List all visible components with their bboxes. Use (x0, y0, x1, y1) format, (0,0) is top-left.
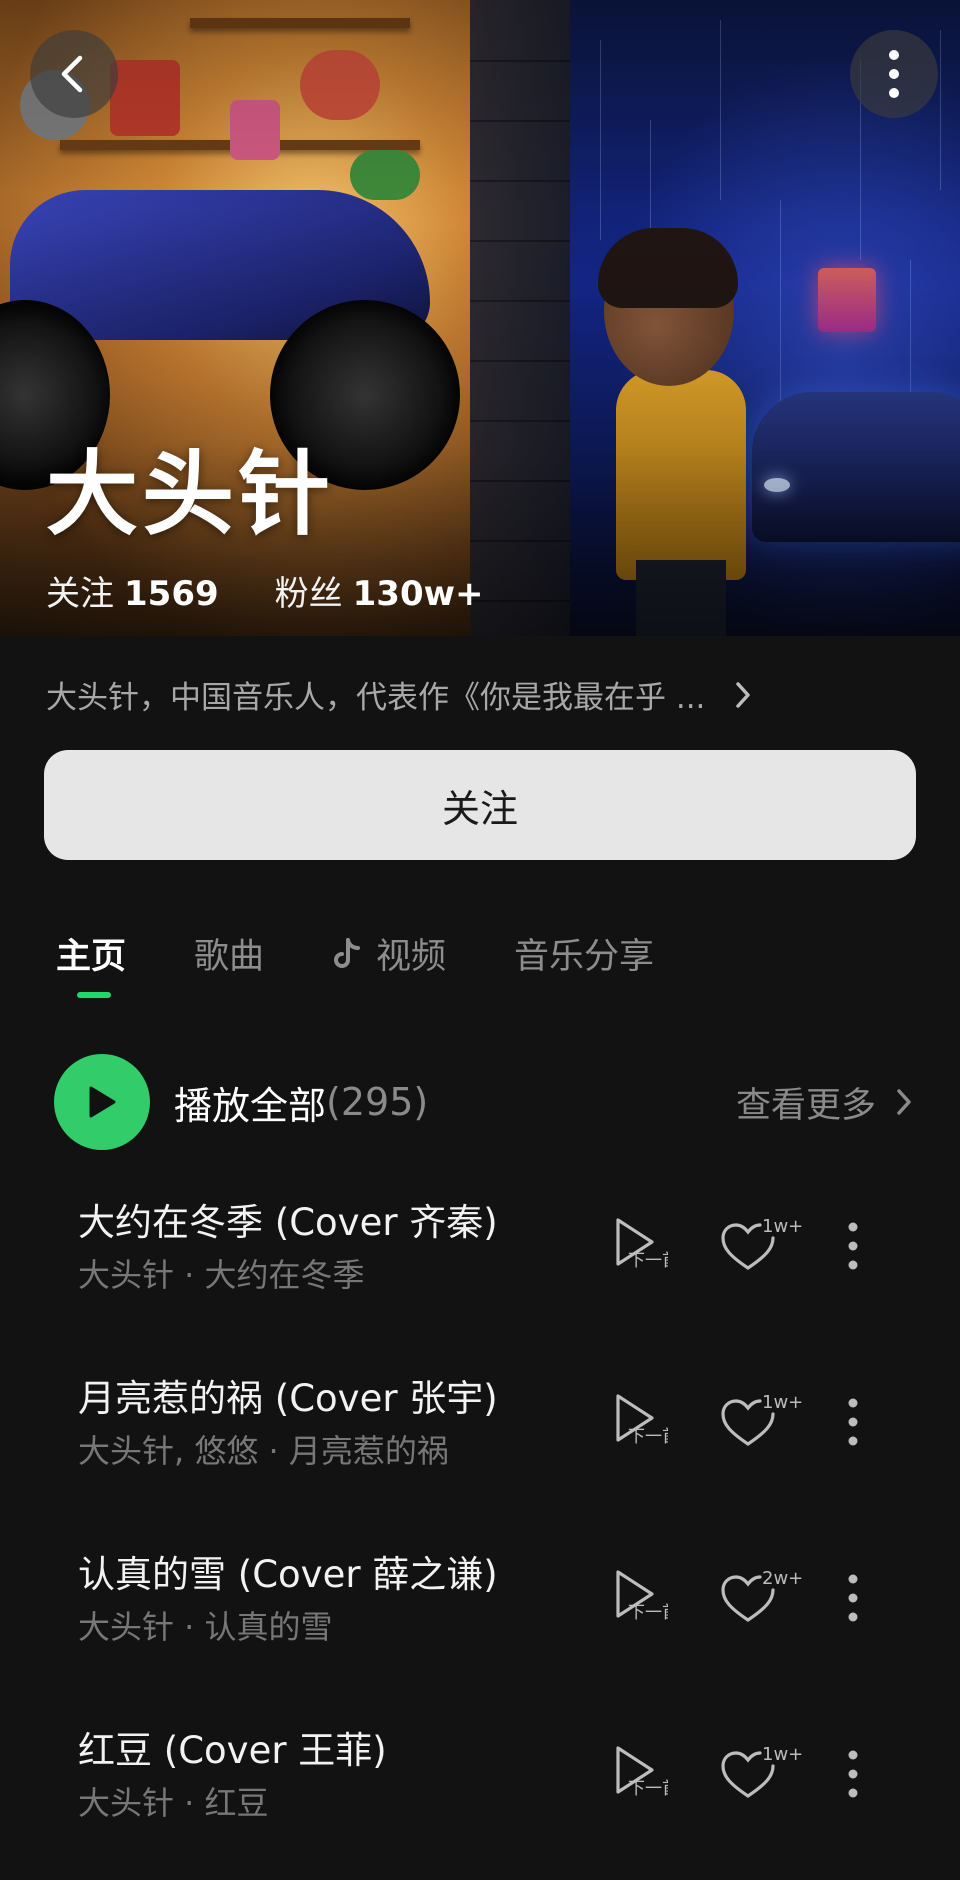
see-more-label: 查看更多 (735, 1085, 876, 1126)
more-vertical-icon (848, 1398, 858, 1446)
svg-text:下一首: 下一首 (628, 1603, 668, 1623)
song-subtitle: 大头针, 悠悠 · 月亮惹的祸 (78, 1432, 449, 1470)
song-more-button[interactable] (846, 1220, 860, 1276)
like-count: 2w+ (762, 1568, 804, 1589)
play-next-icon: 下一首 (616, 1394, 679, 1447)
more-options-button[interactable] (850, 30, 938, 118)
play-next-icon: 下一首 (616, 1746, 679, 1799)
svg-text:下一首: 下一首 (628, 1251, 668, 1271)
play-next-button[interactable]: 下一首 (612, 1216, 679, 1276)
play-all-label[interactable]: 播放全部 (174, 1075, 326, 1130)
more-vertical-icon (848, 1574, 858, 1622)
svg-text:下一首: 下一首 (628, 1779, 668, 1799)
tab-label: 歌曲 (194, 937, 265, 977)
song-row[interactable]: 月亮惹的祸 (Cover 张宇) 大头针, 悠悠 · 月亮惹的祸 下一首 1w+ (78, 1368, 918, 1508)
see-more-link[interactable]: 查看更多 (736, 1077, 914, 1128)
play-next-icon: 下一首 (616, 1218, 679, 1271)
like-button[interactable]: 1w+ (720, 1744, 803, 1804)
bio-text: 大头针，中国音乐人，代表作《你是我最在乎 ... (46, 680, 706, 716)
song-title: 认真的雪 (Cover 薛之谦) (78, 1553, 498, 1596)
tab-home[interactable]: 主页 (56, 928, 126, 979)
like-count: 1w+ (762, 1744, 804, 1765)
song-actions: 下一首 2w+ (612, 1564, 932, 1644)
song-title: 月亮惹的祸 (Cover 张宇) (78, 1377, 498, 1420)
song-title: 红豆 (Cover 王菲) (78, 1729, 387, 1772)
song-more-button[interactable] (846, 1396, 860, 1452)
tab-label: 主页 (56, 937, 127, 977)
play-all-row: 播放全部 (295) 查看更多 (54, 1054, 914, 1150)
song-actions: 下一首 1w+ (612, 1212, 932, 1292)
tab-label: 视频 (376, 937, 447, 977)
song-subtitle: 大头针 · 红豆 (78, 1784, 269, 1822)
play-next-button[interactable]: 下一首 (612, 1744, 679, 1804)
tab-songs[interactable]: 歌曲 (194, 928, 264, 979)
active-tab-indicator (77, 992, 111, 998)
tab-label: 音乐分享 (514, 937, 655, 977)
profile-tabs: 主页 歌曲 视频 音乐分享 (56, 928, 722, 979)
tab-music-share[interactable]: 音乐分享 (514, 928, 654, 979)
artist-stats: 关注 1569 粉丝 130w+ (46, 566, 540, 615)
song-count: (295) (326, 1080, 429, 1124)
fans-label[interactable]: 粉丝 (275, 566, 343, 615)
tiktok-icon (334, 937, 361, 968)
like-count: 1w+ (762, 1216, 804, 1237)
like-button[interactable]: 1w+ (720, 1392, 803, 1452)
play-next-icon: 下一首 (616, 1570, 679, 1623)
tab-videos[interactable]: 视频 (332, 928, 446, 979)
song-more-button[interactable] (846, 1748, 860, 1804)
chevron-right-icon (897, 1089, 911, 1115)
chevron-right-icon (736, 681, 751, 708)
artist-bio[interactable]: 大头针，中国音乐人，代表作《你是我最在乎 ... (46, 672, 906, 717)
artist-name: 大头针 (46, 441, 335, 548)
like-count: 1w+ (762, 1392, 804, 1413)
following-count[interactable]: 1569 (124, 574, 219, 614)
song-actions: 下一首 1w+ (612, 1388, 932, 1468)
like-button[interactable]: 1w+ (720, 1216, 803, 1276)
song-actions: 下一首 1w+ (612, 1740, 932, 1820)
play-icon (89, 1086, 116, 1118)
song-row[interactable]: 大约在冬季 (Cover 齐秦) 大头针 · 大约在冬季 下一首 1w+ (78, 1192, 918, 1332)
follow-button[interactable]: 关注 (44, 750, 916, 860)
song-subtitle: 大头针 · 认真的雪 (78, 1608, 333, 1646)
song-row[interactable]: 红豆 (Cover 王菲) 大头针 · 红豆 下一首 1w+ (78, 1720, 918, 1860)
play-next-button[interactable]: 下一首 (612, 1392, 679, 1452)
more-vertical-icon (889, 50, 899, 98)
back-button[interactable] (30, 30, 118, 118)
following-label[interactable]: 关注 (46, 566, 114, 615)
more-vertical-icon (848, 1750, 858, 1798)
play-next-button[interactable]: 下一首 (612, 1568, 679, 1628)
more-vertical-icon (848, 1222, 858, 1270)
svg-text:下一首: 下一首 (628, 1427, 668, 1447)
song-more-button[interactable] (846, 1572, 860, 1628)
chevron-left-icon (61, 55, 83, 93)
play-all-button[interactable] (54, 1054, 150, 1150)
fans-count[interactable]: 130w+ (353, 574, 484, 614)
like-button[interactable]: 2w+ (720, 1568, 803, 1628)
song-title: 大约在冬季 (Cover 齐秦) (78, 1201, 498, 1244)
song-subtitle: 大头针 · 大约在冬季 (78, 1256, 365, 1294)
song-row[interactable]: 认真的雪 (Cover 薛之谦) 大头针 · 认真的雪 下一首 2w+ (78, 1544, 918, 1684)
